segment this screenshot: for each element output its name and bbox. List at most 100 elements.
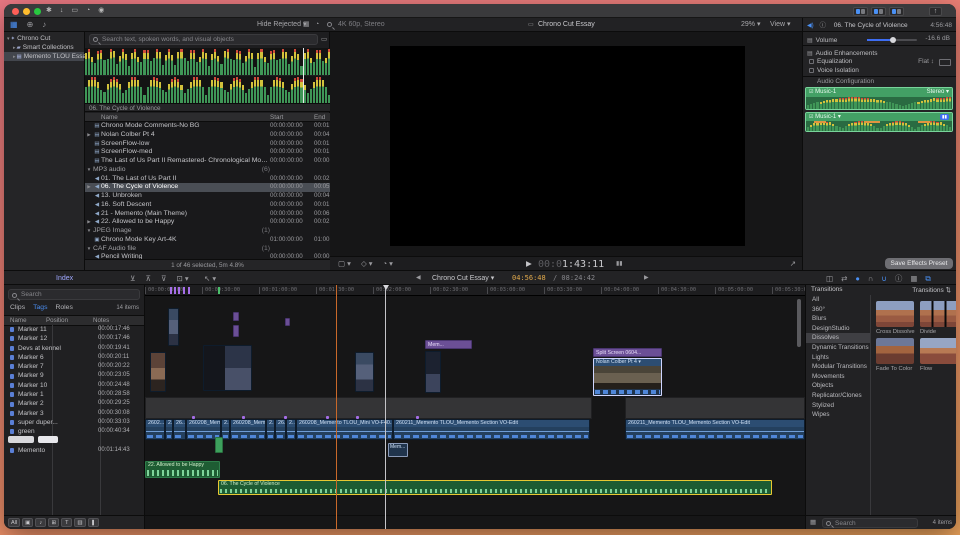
storyline-audio-clip[interactable]: 260211_Memento TLOU_Memento Section VO-E… xyxy=(625,419,805,440)
index-tab[interactable]: Tags xyxy=(33,303,47,313)
transitions-category[interactable]: All xyxy=(806,295,870,305)
eq-editor-icon[interactable] xyxy=(939,59,951,66)
disclosure-icon[interactable]: ▶ xyxy=(85,131,93,140)
transitions-category[interactable]: Objects xyxy=(806,381,870,391)
small-green-clip[interactable] xyxy=(215,437,223,453)
marker-row[interactable]: Marker 11 00:00:17:46 xyxy=(4,325,145,334)
edit-action-icon[interactable]: ⊽ xyxy=(161,271,167,286)
transitions-category[interactable]: Modular Transitions xyxy=(806,362,870,372)
timecode-display[interactable]: 1:43:11 xyxy=(562,259,604,270)
disclosure-icon[interactable]: ▶ xyxy=(85,218,93,227)
save-effects-preset-button[interactable]: Save Effects Preset xyxy=(885,258,953,269)
titlebar-utility-icon[interactable]: ↓ xyxy=(60,6,64,16)
media-sidebar-icon[interactable]: ▦ xyxy=(10,18,18,32)
marker-row[interactable]: Marker 12 00:00:17:46 xyxy=(4,334,145,343)
audio-enhancements-label[interactable]: Audio Enhancements xyxy=(816,50,878,57)
fullscreen-icon[interactable]: ↗ xyxy=(790,257,796,271)
titlebar-utility-icon[interactable]: ▭ xyxy=(71,6,78,16)
title-clip[interactable] xyxy=(233,325,239,337)
connected-clip-nolan-colber[interactable]: Nolan Colber Pt 4 ▾ xyxy=(593,358,662,396)
transitions-category[interactable]: Lights xyxy=(806,353,870,363)
clip-marker-dot[interactable] xyxy=(356,416,359,419)
storyline-audio-clip[interactable]: 260211_Memento TLOU_Memento Section VO-E… xyxy=(393,419,590,440)
playhead[interactable] xyxy=(385,285,386,529)
connected-clip[interactable] xyxy=(150,352,166,392)
audio-channel-music1-b[interactable]: ☑ Music-1 ▾ ▮▮ xyxy=(805,112,953,132)
storyline-audio-clip[interactable]: 2... xyxy=(165,419,173,440)
browser-search-input[interactable] xyxy=(89,34,318,45)
zoom-window-button[interactable] xyxy=(34,8,41,15)
timeline-option-icon[interactable]: ∩ xyxy=(868,271,873,286)
connected-clip[interactable] xyxy=(168,308,179,346)
storyline-audio-clip[interactable]: 26... xyxy=(173,419,186,440)
inspector-toggle-button[interactable] xyxy=(889,7,904,16)
transition-thumb-divide[interactable] xyxy=(920,301,956,327)
transitions-search-input[interactable] xyxy=(822,518,918,528)
hide-rejected-filter[interactable]: Hide Rejected ▾ xyxy=(257,18,306,32)
ruler-marker-tick[interactable] xyxy=(188,287,190,294)
filmstrip-waveform-row2[interactable] xyxy=(85,76,330,103)
transitions-category[interactable]: Movements xyxy=(806,372,870,382)
play-button[interactable]: ▶ xyxy=(526,257,532,271)
timeline-ruler[interactable]: 00:00:00:0000:00:30:0000:01:00:0000:01:3… xyxy=(145,285,805,296)
index-tab[interactable]: Roles xyxy=(55,303,72,313)
library-item[interactable]: ▸▰Smart Collections xyxy=(4,43,84,52)
library-item[interactable]: ▸▦Memento TLOU Essay xyxy=(4,52,84,61)
connected-clip[interactable] xyxy=(355,352,374,392)
search-icon[interactable] xyxy=(327,22,332,27)
audio-clip-cycle-of-violence-selected[interactable]: 06. The Cycle of Violence xyxy=(218,480,772,495)
index-filter-button[interactable]: ⊞ xyxy=(48,518,59,527)
transitions-header[interactable]: Transitions ⇅ xyxy=(912,286,951,294)
storyline-audio-clip[interactable]: 260208_Memento TLOU_Mini VO-F40... xyxy=(296,419,393,440)
transitions-category[interactable]: Dynamic Transitions xyxy=(806,343,870,353)
previous-project-icon[interactable]: ◀ xyxy=(416,271,421,286)
transitions-category[interactable]: 360° xyxy=(806,305,870,315)
timeline-scrollbar[interactable] xyxy=(797,299,801,347)
clip-marker-dot[interactable] xyxy=(242,416,245,419)
ruler-marker-tick[interactable] xyxy=(183,287,185,294)
filmstrip-view-icon[interactable]: ▭ xyxy=(321,33,327,47)
edit-action-icon[interactable]: ⊼ xyxy=(146,271,152,286)
marker-row[interactable]: Marker 1 00:00:28:58 xyxy=(4,390,145,399)
transition-thumb-fade-to-color[interactable] xyxy=(876,338,914,364)
marker-row[interactable]: Memento 00:01:14:43 xyxy=(4,446,145,455)
transitions-category[interactable]: Stylized xyxy=(806,401,870,411)
minimize-window-button[interactable] xyxy=(23,8,30,15)
marker-row[interactable]: Marker 3 00:00:30:08 xyxy=(4,409,145,418)
duration-icon[interactable]: ◔ xyxy=(315,18,319,32)
marker-row[interactable]: Marker 6 00:00:20:11 xyxy=(4,353,145,362)
marker-edit-field[interactable] xyxy=(8,436,34,443)
filmstrip-playhead[interactable] xyxy=(303,48,304,103)
transitions-category[interactable]: Wipes xyxy=(806,410,870,420)
title-clip[interactable] xyxy=(233,312,239,321)
browser-row[interactable]: ▶ 06. The Cycle of Violence 00:00:00:000… xyxy=(85,183,330,192)
audio-clip-allowed-to-be-happy[interactable]: 22. Allowed to be Happy xyxy=(145,461,220,478)
browser-row[interactable]: ▶ 22. Allowed to be Happy 00:00:00:0000:… xyxy=(85,218,330,227)
browser-row[interactable]: Chrono Mode Key Art-4K 01:00:00:0001:00 xyxy=(85,236,330,245)
disclosure-icon[interactable]: ▸ xyxy=(13,54,16,60)
media-sidebar-icon[interactable]: ♪ xyxy=(42,18,46,32)
share-icon[interactable]: ↑ xyxy=(929,7,942,16)
browser-row[interactable]: ▼ JPEG Image(1) xyxy=(85,227,330,236)
viewer-tool-menu[interactable]: ▢ ▾ xyxy=(338,257,351,271)
titlebar-utility-icon[interactable]: ✱ xyxy=(46,6,52,16)
disclosure-icon[interactable]: ▼ xyxy=(85,245,93,254)
media-sidebar-icon[interactable]: ⊕ xyxy=(27,18,34,32)
timeline-option-icon[interactable]: ⓘ xyxy=(895,271,903,286)
title-clip[interactable] xyxy=(285,318,290,326)
viewer-tool-menu[interactable]: ◔ ▾ xyxy=(383,257,393,271)
browser-row[interactable]: The Last of Us Part II Remastered- Chron… xyxy=(85,157,330,166)
viewer-zoom-menu[interactable]: 29% ▾ xyxy=(741,18,760,32)
storyline-audio-clip[interactable]: 2... xyxy=(286,419,296,440)
storyline-audio-clip[interactable]: 2602... xyxy=(145,419,165,440)
transitions-category[interactable]: Dissolves xyxy=(806,333,870,343)
ruler-marker-tick[interactable] xyxy=(170,287,172,294)
transition-thumb-cross-dissolve[interactable] xyxy=(876,301,914,327)
transitions-category[interactable]: Blurs xyxy=(806,314,870,324)
media-browser-icon[interactable]: ▦ xyxy=(810,516,816,529)
marker-edit-button[interactable] xyxy=(38,436,58,443)
browser-row[interactable]: ▼ MP3 audio(6) xyxy=(85,166,330,175)
edit-action-icon[interactable]: ⊡ ▾ xyxy=(177,271,189,286)
storyline-gap-clip[interactable] xyxy=(145,397,592,419)
marker-row[interactable]: Marker 10 00:00:24:48 xyxy=(4,381,145,390)
